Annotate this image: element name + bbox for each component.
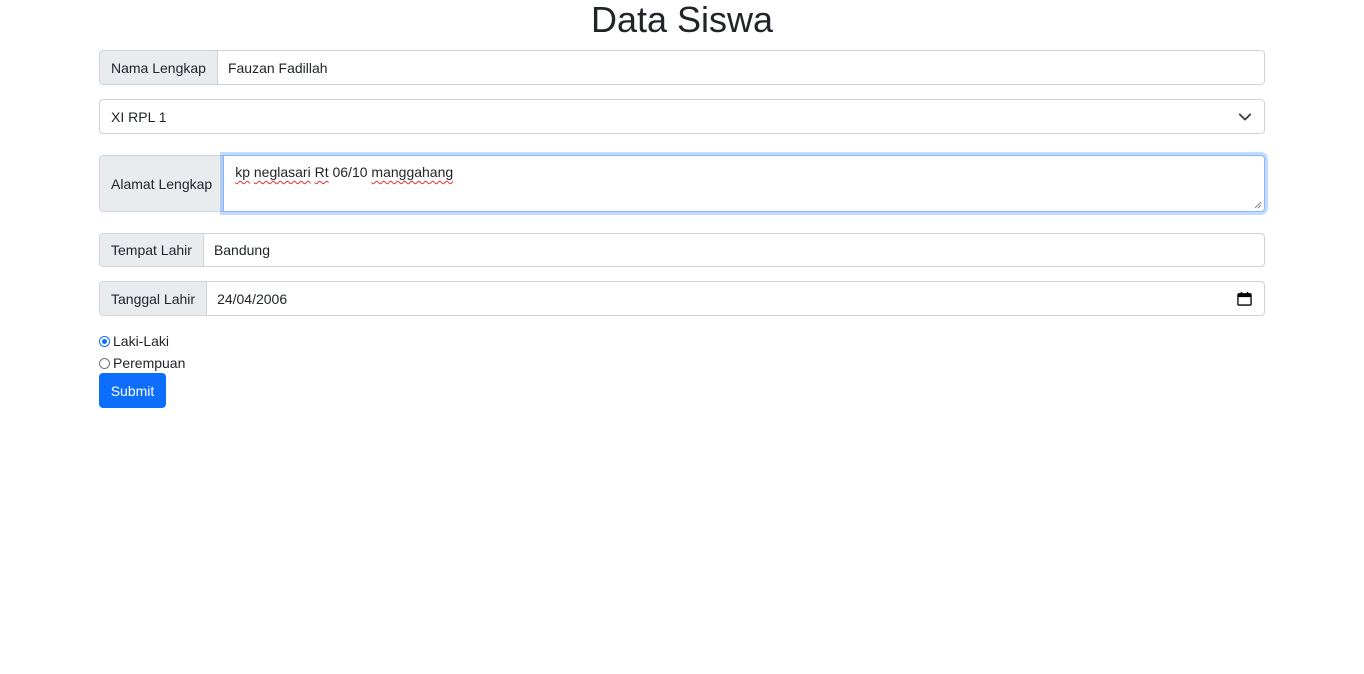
page-title: Data Siswa bbox=[590, 0, 774, 40]
gender-label-laki-laki: Laki-Laki bbox=[113, 333, 170, 349]
tanggal-lahir-value: 24/04/2006 bbox=[217, 290, 288, 307]
tanggal-lahir-input[interactable]: 24/04/2006 bbox=[206, 281, 1265, 316]
tempat-lahir-label: Tempat Lahir bbox=[99, 233, 203, 267]
resize-handle-icon[interactable] bbox=[1254, 201, 1262, 209]
nama-lengkap-input[interactable]: Fauzan Fadillah bbox=[216, 50, 1265, 85]
calendar-icon[interactable] bbox=[1237, 291, 1252, 306]
tempat-lahir-value: Bandung bbox=[213, 242, 270, 258]
alamat-lengkap-textarea[interactable]: kp neglasari Rt 06/10 manggahang bbox=[223, 155, 1265, 212]
alamat-lengkap-group: Alamat Lengkap kp neglasari Rt 06/10 man… bbox=[99, 155, 1265, 212]
tanggal-lahir-group: Tanggal Lahir 24/04/2006 bbox=[99, 281, 1265, 316]
chevron-down-icon bbox=[1238, 113, 1252, 121]
gender-option-perempuan[interactable]: Perempuan bbox=[99, 354, 185, 372]
nama-lengkap-label: Nama Lengkap bbox=[99, 50, 217, 85]
alamat-text: kp neglasari Rt 06/10 manggahang bbox=[235, 164, 454, 180]
gender-label-perempuan: Perempuan bbox=[113, 355, 186, 371]
kelas-selected-value: XI RPL 1 bbox=[111, 108, 167, 125]
alamat-lengkap-label: Alamat Lengkap bbox=[99, 155, 224, 212]
kelas-select[interactable]: XI RPL 1 bbox=[99, 99, 1265, 134]
gender-option-laki-laki[interactable]: Laki-Laki bbox=[99, 332, 169, 350]
nama-lengkap-value: Fauzan Fadillah bbox=[227, 59, 328, 76]
radio-laki-laki[interactable] bbox=[99, 335, 110, 347]
tanggal-lahir-label: Tanggal Lahir bbox=[99, 281, 207, 316]
submit-button[interactable]: Submit bbox=[99, 373, 166, 408]
nama-lengkap-group: Nama Lengkap Fauzan Fadillah bbox=[99, 50, 1265, 85]
tempat-lahir-group: Tempat Lahir Bandung bbox=[99, 233, 1265, 267]
tempat-lahir-input[interactable]: Bandung bbox=[202, 233, 1265, 267]
radio-perempuan[interactable] bbox=[99, 357, 110, 369]
